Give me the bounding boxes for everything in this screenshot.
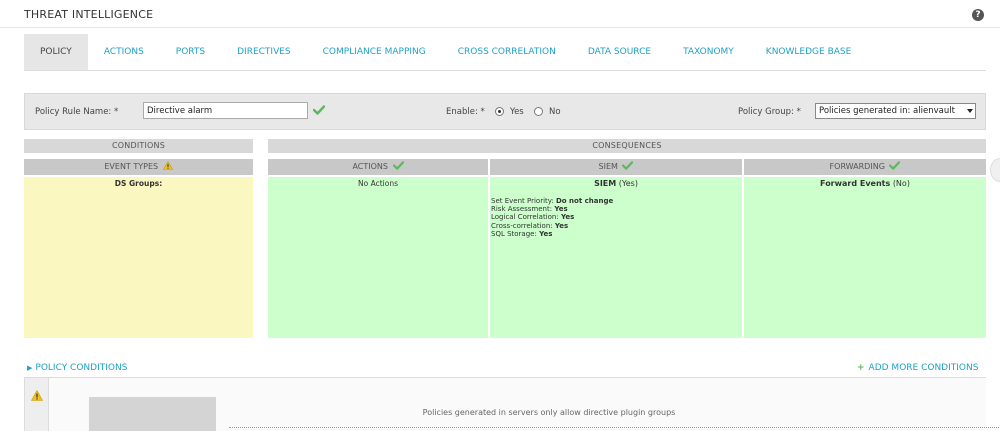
- tab-policy[interactable]: POLICY: [24, 34, 88, 70]
- page-title: THREAT INTELLIGENCE: [24, 8, 154, 21]
- siem-summary: SIEM (Yes): [490, 177, 742, 188]
- chevron-down-icon: [967, 109, 973, 113]
- forwarding-label: FORWARDING: [829, 162, 885, 171]
- forwarding-title: Forward Events: [820, 179, 891, 188]
- siem-label: SIEM: [598, 162, 618, 171]
- policy-form-bar: Policy Rule Name: * Enable: * Yes No Pol…: [24, 93, 986, 130]
- event-types-label: EVENT TYPES: [104, 162, 159, 171]
- siem-detail-row: Cross-correlation: Yes: [491, 221, 569, 230]
- forwarding-summary: Forward Events (No): [744, 177, 986, 188]
- valid-check-icon: [313, 105, 325, 115]
- policy-conditions-gutter: [25, 378, 49, 431]
- event-types-panel[interactable]: DS Groups:: [24, 177, 253, 338]
- tab-knowledge-base[interactable]: KNOWLEDGE BASE: [750, 34, 868, 70]
- dotted-divider: [229, 427, 1000, 428]
- tab-taxonomy[interactable]: TAXONOMY: [667, 34, 750, 70]
- tab-ports[interactable]: PORTS: [160, 34, 221, 70]
- policy-conditions-label: POLICY CONDITIONS: [35, 363, 128, 373]
- tab-actions[interactable]: ACTIONS: [88, 34, 160, 70]
- check-icon: [622, 161, 634, 170]
- warning-icon: [162, 160, 173, 170]
- add-more-conditions-label: ADD MORE CONDITIONS: [868, 363, 979, 373]
- policy-conditions-panel: Policies generated in servers only allow…: [24, 377, 1000, 431]
- tab-data-source[interactable]: DATA SOURCE: [572, 34, 667, 70]
- check-icon: [889, 161, 901, 170]
- policy-group-label: Policy Group: *: [738, 107, 801, 117]
- siem-panel[interactable]: SIEM (Yes) Set Event Priority: Do not ch…: [490, 177, 742, 338]
- consequences-header: CONSEQUENCES: [268, 139, 986, 153]
- triangle-right-icon: ▶: [27, 364, 33, 372]
- plus-icon: +: [857, 363, 865, 373]
- tab-cross-correlation[interactable]: CROSS CORRELATION: [442, 34, 572, 70]
- check-icon: [392, 161, 404, 170]
- tab-directives[interactable]: DIRECTIVES: [221, 34, 307, 70]
- forwarding-panel[interactable]: Forward Events (No): [744, 177, 986, 338]
- add-more-conditions-link[interactable]: + ADD MORE CONDITIONS: [857, 363, 978, 373]
- enable-no-radio[interactable]: [534, 107, 543, 116]
- siem-detail-row: Logical Correlation: Yes: [491, 213, 575, 222]
- conditions-header: CONDITIONS: [24, 139, 253, 153]
- header-divider: [0, 27, 1000, 28]
- actions-panel[interactable]: No Actions: [268, 177, 488, 338]
- siem-detail-row: Set Event Priority: Do not change: [491, 197, 614, 205]
- siem-header[interactable]: SIEM: [490, 159, 742, 175]
- policy-conditions-toggle[interactable]: ▶ POLICY CONDITIONS: [27, 363, 127, 373]
- actions-label: ACTIONS: [352, 162, 388, 171]
- enable-label: Enable: *: [446, 107, 485, 117]
- enable-yes-radio[interactable]: [495, 107, 504, 116]
- siem-detail-row: Risk Assessment: Yes: [491, 205, 568, 214]
- siem-detail-row: SQL Storage: Yes: [491, 229, 553, 238]
- scroll-arrow-button[interactable]: [990, 158, 1000, 182]
- siem-details: Set Event Priority: Do not change Risk A…: [490, 188, 742, 238]
- policy-group-select[interactable]: Policies generated in: alienvault: [815, 103, 976, 119]
- forwarding-status: (No): [892, 179, 910, 188]
- tab-bar: POLICY ACTIONS PORTS DIRECTIVES COMPLIAN…: [24, 34, 986, 71]
- plugin-group-placeholder: [89, 397, 216, 431]
- siem-status: (Yes): [618, 179, 638, 188]
- tab-compliance-mapping[interactable]: COMPLIANCE MAPPING: [307, 34, 442, 70]
- ds-groups-label: DS Groups:: [114, 179, 163, 188]
- policy-conditions-message: Policies generated in servers only allow…: [422, 408, 676, 417]
- enable-no-label: No: [549, 107, 561, 117]
- event-types-header[interactable]: EVENT TYPES: [24, 159, 253, 175]
- siem-title: SIEM: [594, 179, 617, 188]
- rule-name-input[interactable]: [143, 102, 308, 119]
- policy-group-value: Policies generated in: alienvault: [819, 106, 955, 116]
- help-icon[interactable]: ?: [972, 9, 984, 21]
- warning-icon: [31, 390, 43, 401]
- rule-name-label: Policy Rule Name: *: [35, 107, 119, 117]
- actions-header[interactable]: ACTIONS: [268, 159, 488, 175]
- forwarding-header[interactable]: FORWARDING: [744, 159, 986, 175]
- actions-value: No Actions: [358, 179, 398, 188]
- policy-conditions-content: Policies generated in servers only allow…: [49, 378, 1000, 431]
- enable-yes-label: Yes: [510, 107, 524, 117]
